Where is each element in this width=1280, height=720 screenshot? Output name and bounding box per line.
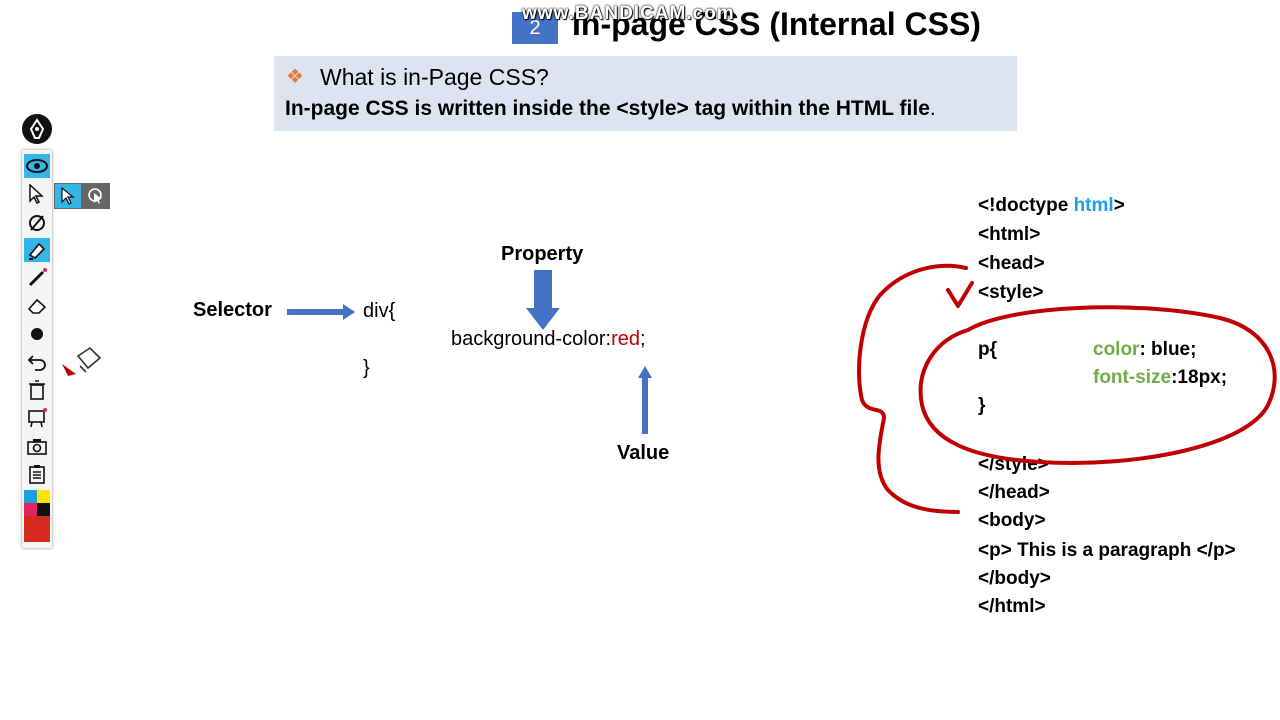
ellipse-annotation	[918, 305, 1277, 465]
annotation-layer	[857, 263, 1277, 514]
bracket-annotation	[857, 263, 968, 514]
checkmark-annotation	[946, 281, 974, 308]
